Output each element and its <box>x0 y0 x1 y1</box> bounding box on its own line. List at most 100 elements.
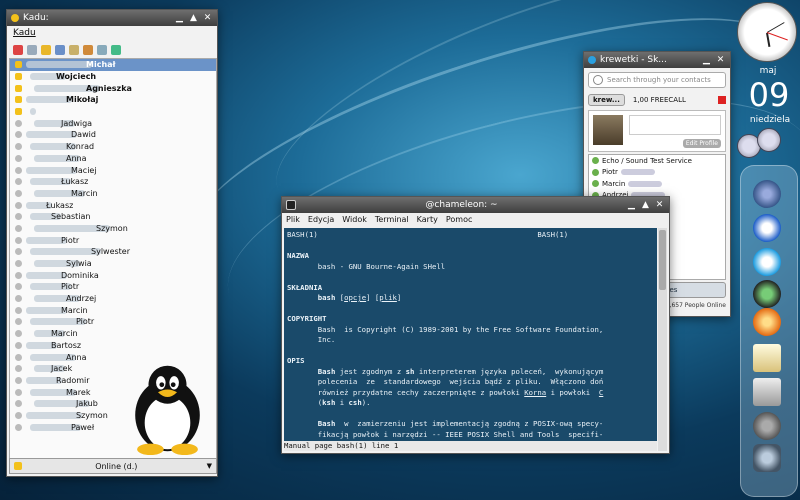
menu-kadu[interactable]: Kadu <box>13 28 36 38</box>
add-contact-icon[interactable] <box>41 45 51 55</box>
skype-contact-row[interactable]: Marcin <box>589 178 725 190</box>
contact-row[interactable] <box>10 106 216 118</box>
tools-icon[interactable] <box>55 45 65 55</box>
skype-contact-name: Marcin <box>602 179 626 188</box>
redacted-name <box>26 166 77 174</box>
skype-profile-panel: Edit Profile <box>588 110 726 152</box>
contact-row[interactable]: Anna <box>10 153 216 165</box>
contact-row[interactable]: Mikołaj <box>10 94 216 106</box>
users-icon[interactable] <box>111 45 121 55</box>
minimize-icon[interactable]: ▁ <box>701 55 712 66</box>
music-icon[interactable] <box>753 280 781 308</box>
contact-name: Marek <box>66 387 91 397</box>
contact-row[interactable]: Marcin <box>10 304 216 316</box>
terminal-screen[interactable]: BASH(1) BASH(1) NAZWA bash - GNU Bourne-… <box>284 228 657 451</box>
contact-name: Marcin <box>51 329 78 339</box>
contact-row[interactable]: Dominika <box>10 269 216 281</box>
contact-row[interactable]: Maciej <box>10 164 216 176</box>
settings-icon[interactable] <box>69 45 79 55</box>
skype-credit[interactable]: 1,00 FREECALL <box>633 96 686 104</box>
menu-terminal[interactable]: Terminal <box>375 215 409 229</box>
kadu-titlebar[interactable]: Kadu: ▁ ▲ ✕ <box>7 10 217 26</box>
contact-row[interactable]: Sylwester <box>10 246 216 258</box>
skype-icon[interactable] <box>753 248 781 276</box>
skype-user-button[interactable]: krew... <box>588 94 625 106</box>
offline-status-icon <box>15 400 22 408</box>
search-icon[interactable] <box>97 45 107 55</box>
maximize-icon[interactable]: ▲ <box>188 13 199 24</box>
gimp-icon[interactable] <box>753 412 781 440</box>
edit-profile-button[interactable]: Edit Profile <box>682 139 721 148</box>
contact-name: Sylwia <box>66 259 92 269</box>
link-icon[interactable] <box>27 45 37 55</box>
offline-status-icon <box>15 189 22 197</box>
contact-row[interactable]: Sylwia <box>10 258 216 270</box>
skype-contact-row[interactable]: Piotr <box>589 167 725 179</box>
contact-row[interactable]: Piotr <box>10 234 216 246</box>
notes-icon[interactable] <box>753 344 781 372</box>
offline-status-icon <box>15 283 22 291</box>
terminal-scrollbar[interactable] <box>658 228 667 451</box>
flag-icon[interactable] <box>718 96 726 104</box>
search-icon <box>593 75 603 85</box>
menu-karty[interactable]: Karty <box>417 215 438 229</box>
sound-icon[interactable] <box>13 45 23 55</box>
online-status-icon <box>15 84 22 92</box>
online-status-icon <box>15 108 22 116</box>
vlc-icon[interactable] <box>753 308 781 336</box>
avatar[interactable] <box>593 115 623 145</box>
skype-contact-name: Echo / Sound Test Service <box>602 156 692 165</box>
maximize-icon[interactable]: ▲ <box>640 200 651 211</box>
contact-row[interactable]: Sebastian <box>10 211 216 223</box>
contact-row[interactable]: Marcin <box>10 328 216 340</box>
skype-status-icon <box>592 157 599 165</box>
terminal-titlebar[interactable]: @chameleon: ~ ▁ ▲ ✕ <box>282 197 669 213</box>
status-selector[interactable]: Online (d.) ▼ <box>9 458 217 474</box>
terminal-app-icon <box>286 200 296 210</box>
browser-icon[interactable] <box>753 180 781 208</box>
skype-titlebar[interactable]: krewetki - Sk... ▁ ✕ <box>584 52 730 68</box>
contact-row[interactable]: Jadwiga <box>10 117 216 129</box>
mood-message-field[interactable] <box>629 115 721 135</box>
calculator-icon[interactable] <box>753 378 781 406</box>
user-icon[interactable] <box>83 45 93 55</box>
menu-widok[interactable]: Widok <box>342 215 367 229</box>
contact-name: Anna <box>66 352 87 362</box>
contact-row[interactable]: Łukasz <box>10 176 216 188</box>
close-icon[interactable]: ✕ <box>202 13 213 24</box>
close-icon[interactable]: ✕ <box>654 200 665 211</box>
contact-row[interactable]: Wojciech <box>10 71 216 83</box>
offline-status-icon <box>15 143 22 151</box>
skype-contact-row[interactable]: Echo / Sound Test Service <box>589 155 725 167</box>
contact-row[interactable]: Dawid <box>10 129 216 141</box>
contact-row[interactable]: Szymon <box>10 223 216 235</box>
scrollbar-thumb[interactable] <box>659 230 666 290</box>
contact-name: Sebastian <box>51 212 91 222</box>
menu-pomoc[interactable]: Pomoc <box>446 215 473 229</box>
contact-row[interactable]: Piotr <box>10 316 216 328</box>
offline-status-icon <box>15 330 22 338</box>
contact-row[interactable]: Bartosz <box>10 340 216 352</box>
minimize-icon[interactable]: ▁ <box>174 13 185 24</box>
offline-status-icon <box>15 318 22 326</box>
contact-row[interactable]: Piotr <box>10 281 216 293</box>
contact-row[interactable]: Marcin <box>10 188 216 200</box>
offline-status-icon <box>15 178 22 186</box>
contact-row[interactable]: Agnieszka <box>10 82 216 94</box>
contact-row[interactable]: Andrzej <box>10 293 216 305</box>
dock-panel <box>740 165 798 497</box>
contact-row[interactable]: Łukasz <box>10 199 216 211</box>
contact-search-input[interactable]: Search through your contacts <box>588 72 726 88</box>
close-icon[interactable]: ✕ <box>715 55 726 66</box>
menu-edycja[interactable]: Edycja <box>308 215 334 229</box>
contact-row[interactable]: Konrad <box>10 141 216 153</box>
system-icon[interactable] <box>753 444 781 472</box>
offline-status-icon <box>15 423 22 431</box>
contact-name: Piotr <box>76 317 95 327</box>
status-text: Online (d.) <box>95 461 138 471</box>
firefox-icon[interactable] <box>753 214 781 242</box>
menu-plik[interactable]: Plik <box>286 215 300 229</box>
contact-row[interactable]: Michał <box>10 59 216 71</box>
kadu-title: Kadu: <box>23 13 49 23</box>
minimize-icon[interactable]: ▁ <box>626 200 637 211</box>
